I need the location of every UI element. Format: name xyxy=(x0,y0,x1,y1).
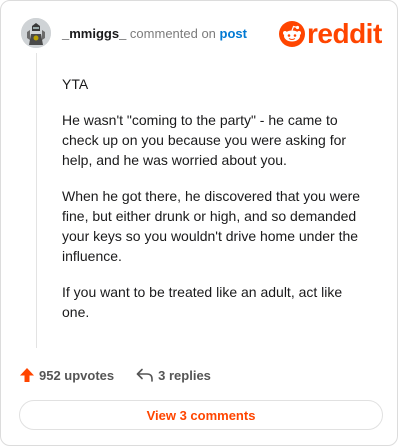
commented-on-text: commented on xyxy=(126,26,220,41)
view-comments-button[interactable]: View 3 comments xyxy=(19,400,383,430)
comment-paragraph: He wasn't "coming to the party" - he cam… xyxy=(62,112,347,168)
replies-button[interactable]: 3 replies xyxy=(136,368,211,383)
upvote-count: 952 upvotes xyxy=(39,367,115,383)
reddit-wordmark: reddit xyxy=(307,18,382,49)
username-link[interactable]: _mmiggs_ xyxy=(62,26,126,41)
comment-header: _mmiggs_ commented on post xyxy=(62,27,247,41)
reply-arrow-icon xyxy=(136,368,153,382)
reddit-logo[interactable]: reddit xyxy=(279,20,382,48)
comment-actions: 952 upvotes 3 replies xyxy=(19,367,211,383)
user-avatar[interactable] xyxy=(21,18,51,48)
comment-paragraph: If you want to be treated like an adult,… xyxy=(62,284,343,320)
upvote-button[interactable]: 952 upvotes xyxy=(19,367,114,383)
comment-paragraph: YTA xyxy=(62,76,89,92)
comment-body: YTA He wasn't "coming to the party" - he… xyxy=(62,74,372,338)
post-link[interactable]: post xyxy=(220,26,247,41)
upvote-arrow-icon xyxy=(20,368,34,382)
reply-count: 3 replies xyxy=(158,367,211,383)
thread-line[interactable] xyxy=(36,53,37,348)
reddit-snoo-icon xyxy=(279,21,305,47)
user-avatar-knight-icon xyxy=(21,18,51,48)
comment-paragraph: When he got there, he discovered that yo… xyxy=(62,188,361,264)
comment-card: _mmiggs_ commented on post reddit YTA He… xyxy=(0,0,398,446)
